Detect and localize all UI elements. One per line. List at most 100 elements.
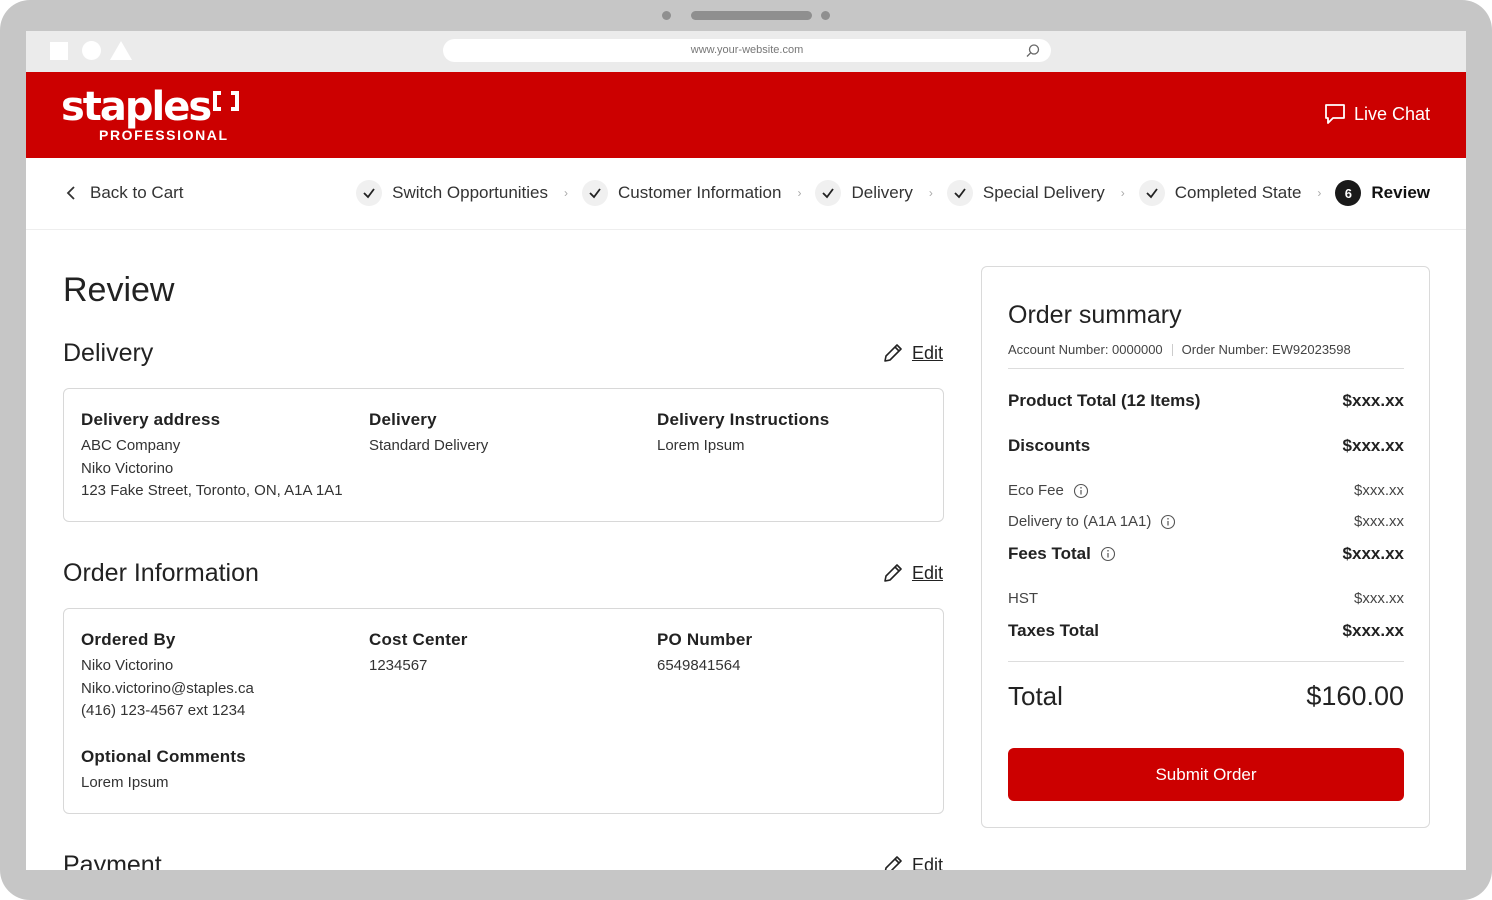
discounts-label: Discounts [1008,436,1091,455]
chevron-right-icon: › [928,186,933,200]
check-icon [356,180,383,206]
square-icon [50,42,68,60]
search-icon[interactable] [1025,43,1041,59]
order-info-section-title: Order Information [63,559,259,587]
address-line: 123 Fake Street, Toronto, ON, A1A 1A1 [81,482,343,499]
delivery-card: Delivery address ABC Company Niko Victor… [63,388,944,522]
order-summary-panel: Order summary Account Number: 0000000 Or… [981,266,1430,828]
cost-center-column: Cost Center 1234567 [369,630,468,678]
info-icon[interactable] [1160,514,1176,530]
check-icon [946,180,973,206]
step-label: Switch Opportunities [392,183,549,202]
check-icon [815,180,842,206]
taxes-total-label: Taxes Total [1008,621,1100,640]
ordered-by-line: (416) 123-4567 ext 1234 [81,702,246,719]
delivery-method-value: Standard Delivery [369,437,489,454]
browser-toolbar: www.your-website.com [26,31,1466,72]
info-icon[interactable] [1073,483,1089,499]
chevron-right-icon: › [564,186,569,200]
step-special-delivery[interactable]: Special Delivery [946,180,1105,206]
check-icon [582,180,609,206]
steps-list: Switch Opportunities › Customer Informat… [356,180,1430,206]
address-line: ABC Company [81,437,181,454]
product-total-label: Product Total (12 Items) [1008,391,1201,410]
logo-wordmark[interactable]: staples [61,84,212,130]
checkout-stepper: Back to Cart Switch Opportunities › Cust… [26,158,1466,230]
sensor-dot [821,11,830,20]
fees-total-row: Fees Total $xxx.xx [1008,544,1404,564]
browser-screen: www.your-website.com staples PROFESSIONA… [26,31,1466,870]
taxes-total-value: $xxx.xx [1342,621,1404,640]
logo-subtitle: PROFESSIONAL [99,127,229,143]
back-to-cart-label: Back to Cart [90,183,184,202]
cost-center-label: Cost Center [369,630,468,649]
payment-section-title: Payment [63,851,162,870]
triangle-icon [110,41,132,60]
eco-fee-value: $xxx.xx [1353,482,1404,499]
divider [1008,661,1404,662]
live-chat-button[interactable]: Live Chat [1324,103,1430,125]
total-value: $160.00 [1306,681,1404,711]
hst-label: HST [1008,590,1038,607]
step-completed-state[interactable]: Completed State [1138,180,1302,206]
delivery-section-title: Delivery [63,339,154,367]
product-total-row: Product Total (12 Items) $xxx.xx [1008,391,1404,411]
address-line: Niko Victorino [81,459,174,477]
po-number-value: 6549841564 [657,657,741,674]
pencil-icon [884,564,902,582]
delivery-instructions-value: Lorem Ipsum [657,437,745,454]
step-review[interactable]: 6 Review [1335,180,1430,206]
delivery-fee-value: $xxx.xx [1353,513,1404,530]
step-label: Customer Information [618,183,782,202]
page-title: Review [63,271,175,309]
po-number-column: PO Number 6549841564 [657,630,752,678]
delivery-instructions-label: Delivery Instructions [657,410,830,429]
discounts-row: Discounts $xxx.xx [1008,436,1404,456]
product-total-value: $xxx.xx [1342,391,1404,410]
step-label: Completed State [1174,183,1302,202]
address-bar[interactable]: www.your-website.com [443,39,1051,62]
back-to-cart-link[interactable]: Back to Cart [66,183,184,203]
delivery-address-column: Delivery address ABC Company Niko Victor… [81,410,343,503]
comments-label: Optional Comments [81,747,246,766]
grand-total-row: Total $160.00 [1008,681,1404,712]
chevron-left-icon [66,186,75,200]
url-text: www.your-website.com [690,44,804,56]
circle-icon [82,41,101,60]
taxes-total-row: Taxes Total $xxx.xx [1008,621,1404,641]
comments-column: Optional Comments Lorem Ipsum [81,747,246,795]
eco-fee-label: Eco Fee [1008,482,1064,499]
step-switch-opportunities[interactable]: Switch Opportunities [356,180,548,206]
step-customer-information[interactable]: Customer Information [582,180,781,206]
edit-delivery-link[interactable]: Edit [882,342,943,364]
hst-value: $xxx.xx [1353,590,1404,607]
cost-center-value: 1234567 [369,657,428,674]
order-summary-title: Order summary [1008,301,1182,329]
check-icon [1138,180,1165,206]
step-delivery[interactable]: Delivery [815,180,913,206]
delivery-fee-row: Delivery to (A1A 1A1) $xxx.xx [1008,513,1404,530]
chevron-right-icon: › [1120,186,1125,200]
device-frame: www.your-website.com staples PROFESSIONA… [0,0,1492,900]
delivery-instructions-column: Delivery Instructions Lorem Ipsum [657,410,829,458]
delivery-fee-label: Delivery to (A1A 1A1) [1008,513,1152,530]
submit-order-button[interactable]: Submit Order [1008,748,1404,801]
hst-row: HST $xxx.xx [1008,590,1404,607]
fees-total-value: $xxx.xx [1342,544,1404,563]
account-number: Account Number: 0000000 [1008,342,1163,357]
po-number-label: PO Number [657,630,753,649]
eco-fee-row: Eco Fee $xxx.xx [1008,482,1404,499]
discounts-value: $xxx.xx [1342,436,1404,455]
ordered-by-line: Niko Victorino [81,657,174,674]
divider [1008,368,1404,369]
chevron-right-icon: › [797,186,802,200]
delivery-address-label: Delivery address [81,410,221,429]
site-header: staples PROFESSIONAL Live Chat [26,72,1466,158]
step-label: Review [1371,183,1430,202]
edit-payment-link[interactable]: Edit [882,854,943,870]
info-icon[interactable] [1100,546,1116,562]
edit-order-info-link[interactable]: Edit [882,562,943,584]
chevron-right-icon: › [1317,186,1322,200]
live-chat-label: Live Chat [1353,103,1430,124]
chat-icon [1325,104,1345,124]
